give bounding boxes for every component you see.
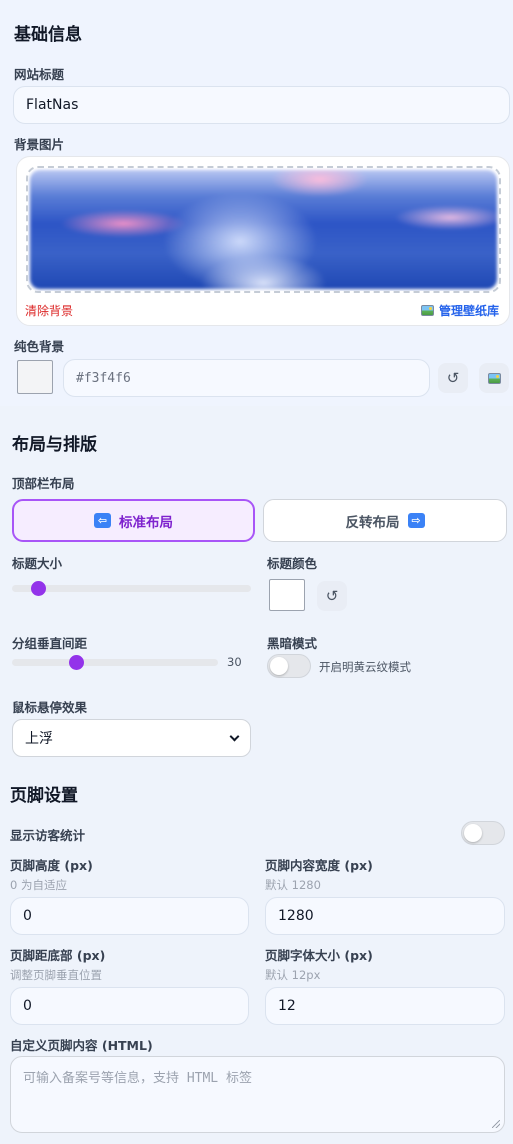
topbar-layout-label: 顶部栏布局 xyxy=(12,476,75,491)
reset-title-color-button[interactable]: ↺ xyxy=(317,581,347,611)
reverse-layout-label: 反转布局 xyxy=(345,514,400,531)
title-color-label: 标题颜色 xyxy=(267,556,318,571)
footer-bottom-hint: 调整页脚垂直位置 xyxy=(10,968,102,982)
bg-image-thumbnail xyxy=(30,170,497,289)
footer-width-label: 页脚内容宽度 (px) xyxy=(265,858,373,873)
reset-bg-button[interactable]: ↺ xyxy=(438,363,468,393)
hover-effect-select[interactable]: 上浮 xyxy=(12,719,251,757)
show-visitors-label: 显示访客统计 xyxy=(10,828,86,843)
title-size-handle[interactable] xyxy=(31,581,46,596)
footer-heading: 页脚设置 xyxy=(10,786,78,806)
footer-width-input[interactable]: 1280 xyxy=(265,897,505,935)
manage-wallpaper-label: 管理壁纸库 xyxy=(438,304,499,318)
resize-handle-icon[interactable] xyxy=(492,1120,500,1128)
group-gap-handle[interactable] xyxy=(69,655,84,670)
site-title-label: 网站标题 xyxy=(14,67,65,82)
basic-info-heading: 基础信息 xyxy=(14,25,82,45)
site-title-input[interactable]: FlatNas xyxy=(13,86,510,124)
standard-layout-button[interactable]: ⇦ 标准布局 xyxy=(12,499,255,542)
footer-height-hint: 0 为自适应 xyxy=(10,878,67,892)
dark-mode-toggle-text: 开启明黄云纹模式 xyxy=(319,660,411,674)
basic-info-section: 基础信息 网站标题 FlatNas 背景图片 清除背景 管理壁纸库 纯色背景 #… xyxy=(0,0,513,406)
group-gap-slider[interactable] xyxy=(12,655,218,670)
solid-bg-label: 纯色背景 xyxy=(14,339,65,354)
footer-section: 页脚设置 显示访客统计 页脚高度 (px) 0 为自适应 0 页脚内容宽度 (p… xyxy=(0,768,513,1144)
dark-mode-label: 黑暗模式 xyxy=(267,636,318,651)
footer-bottom-value: 0 xyxy=(23,998,32,1014)
footer-font-value: 12 xyxy=(278,998,296,1014)
title-color-picker[interactable] xyxy=(269,579,305,611)
hover-effect-value: 上浮 xyxy=(25,731,53,747)
manage-wallpaper-link[interactable]: 管理壁纸库 xyxy=(420,302,499,319)
site-title-value: FlatNas xyxy=(26,97,79,113)
hover-effect-label: 鼠标悬停效果 xyxy=(12,700,88,715)
footer-width-value: 1280 xyxy=(278,908,314,924)
bg-image-preview[interactable] xyxy=(26,166,501,293)
arrow-left-icon: ⇦ xyxy=(94,513,111,528)
title-size-label: 标题大小 xyxy=(12,556,63,571)
show-visitors-toggle-knob xyxy=(464,824,482,842)
solid-bg-value: #f3f4f6 xyxy=(76,370,131,386)
custom-footer-label: 自定义页脚内容 (HTML) xyxy=(10,1038,153,1053)
reset-icon: ↺ xyxy=(325,587,339,605)
custom-footer-textarea[interactable]: 可输入备案号等信息，支持 HTML 标签 xyxy=(10,1056,505,1133)
arrow-right-icon: ⇨ xyxy=(407,513,425,528)
standard-layout-label: 标准布局 xyxy=(119,514,173,531)
title-size-slider[interactable] xyxy=(12,581,251,596)
show-visitors-toggle[interactable] xyxy=(461,821,505,845)
footer-height-value: 0 xyxy=(23,908,32,924)
footer-font-hint: 默认 12px xyxy=(265,968,321,982)
clear-bg-link[interactable]: 清除背景 xyxy=(25,302,73,319)
custom-footer-placeholder: 可输入备案号等信息，支持 HTML 标签 xyxy=(23,1071,252,1086)
footer-width-hint: 默认 1280 xyxy=(265,878,321,892)
dark-mode-toggle-knob xyxy=(270,657,288,675)
chevron-down-icon xyxy=(229,731,240,741)
bg-image-card: 清除背景 管理壁纸库 xyxy=(16,156,510,326)
layout-heading: 布局与排版 xyxy=(12,435,97,455)
bg-image-label: 背景图片 xyxy=(14,137,65,152)
footer-font-input[interactable]: 12 xyxy=(265,987,505,1025)
footer-font-label: 页脚字体大小 (px) xyxy=(265,948,373,963)
layout-section: 布局与排版 顶部栏布局 ⇦ 标准布局 反转布局 ⇨ 标题大小 标题颜色 ↺ 分组… xyxy=(0,406,513,768)
group-gap-value: 30 xyxy=(227,655,242,669)
solid-bg-input[interactable]: #f3f4f6 xyxy=(63,359,430,397)
footer-height-label: 页脚高度 (px) xyxy=(10,858,93,873)
wallpaper-picker-button[interactable] xyxy=(479,363,509,393)
dark-mode-toggle[interactable] xyxy=(267,654,311,678)
footer-bottom-input[interactable]: 0 xyxy=(10,987,249,1025)
picture-icon xyxy=(420,305,434,316)
reset-icon: ↺ xyxy=(446,369,460,387)
picture-icon xyxy=(487,372,501,384)
solid-bg-swatch[interactable] xyxy=(17,360,53,394)
reverse-layout-button[interactable]: 反转布局 ⇨ xyxy=(263,499,507,542)
footer-bottom-label: 页脚距底部 (px) xyxy=(10,948,106,963)
group-gap-label: 分组垂直间距 xyxy=(12,636,88,651)
footer-height-input[interactable]: 0 xyxy=(10,897,249,935)
